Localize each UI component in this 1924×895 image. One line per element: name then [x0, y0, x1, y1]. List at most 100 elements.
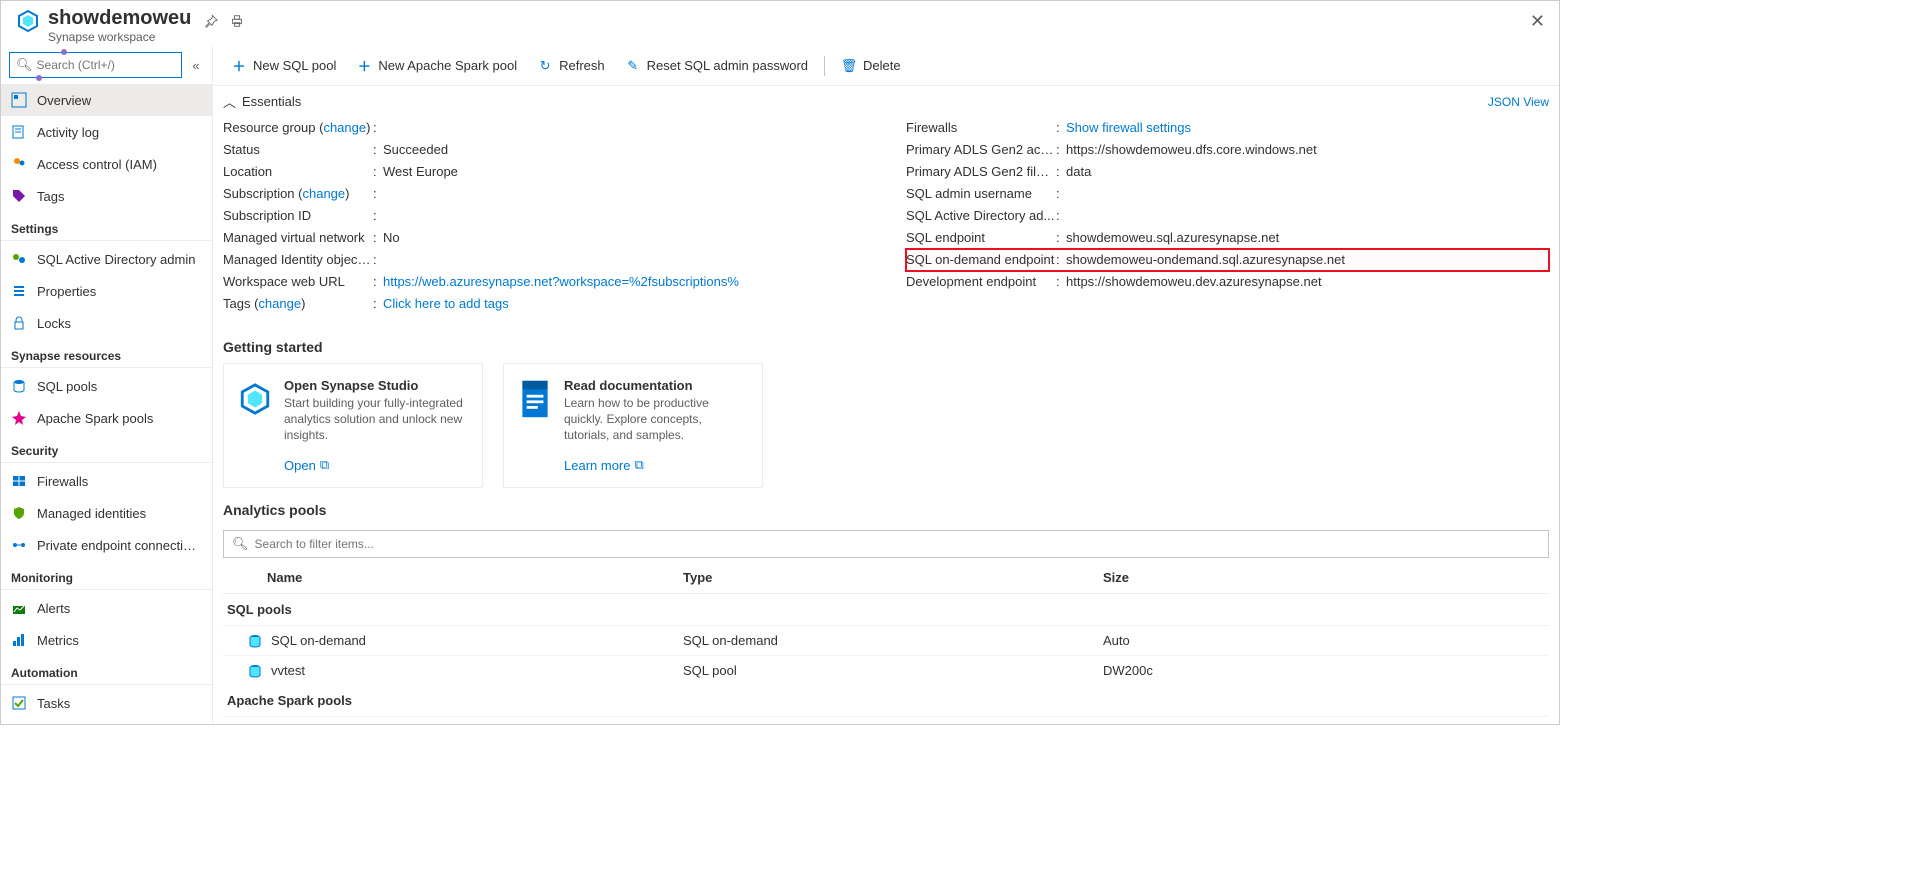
new-spark-pool-button[interactable]: ＋New Apache Spark pool — [348, 54, 525, 78]
pin-icon[interactable] — [203, 13, 219, 29]
essentials-row: Workspace web URL:https://web.azuresynap… — [223, 271, 866, 293]
sidebar-item[interactable]: Tasks — [1, 687, 212, 719]
sidebar-item-label: Activity log — [37, 125, 99, 140]
key: Managed virtual network — [223, 227, 373, 249]
essentials-row: Status:Succeeded — [223, 139, 866, 161]
value: showdemoweu.sql.azuresynapse.net — [1066, 227, 1549, 249]
sidebar-item[interactable]: Apache Spark pools — [1, 402, 212, 434]
sidebar-item[interactable]: Properties — [1, 275, 212, 307]
print-icon[interactable] — [229, 13, 245, 29]
essentials-row: Subscription ID: — [223, 205, 866, 227]
nav-icon — [11, 188, 27, 204]
close-icon[interactable]: ✕ — [1526, 7, 1549, 36]
col-type[interactable]: Type — [683, 570, 1103, 585]
value: data — [1066, 161, 1549, 183]
nav-icon — [11, 600, 27, 616]
sidebar-item[interactable]: Overview — [1, 84, 212, 116]
sidebar-item[interactable]: SQL Active Directory admin — [1, 243, 212, 275]
refresh-icon: ↻ — [537, 58, 553, 74]
change-link[interactable]: change — [258, 296, 301, 311]
card-title: Open Synapse Studio — [284, 378, 468, 393]
nav-icon — [11, 92, 27, 108]
pool-type: SQL on-demand — [683, 633, 1103, 648]
value: https://showdemoweu.dev.azuresynapse.net — [1066, 271, 1549, 293]
key: Status — [223, 139, 373, 161]
new-sql-pool-button[interactable]: ＋New SQL pool — [223, 54, 344, 78]
table-row[interactable]: vvtestSQL poolDW200c — [223, 655, 1549, 685]
sql-pools-group: SQL pools — [223, 594, 1549, 625]
highlight-dot — [61, 49, 67, 55]
nav-icon — [11, 632, 27, 648]
sidebar-item[interactable]: Tags — [1, 180, 212, 212]
collapse-sidebar-icon[interactable]: « — [188, 58, 204, 73]
reset-password-button[interactable]: ✎Reset SQL admin password — [617, 54, 816, 78]
sidebar-item-label: Firewalls — [37, 474, 88, 489]
json-view-link[interactable]: JSON View — [1488, 95, 1549, 109]
card-link[interactable]: Open ⧉ — [284, 457, 468, 473]
sidebar-item-label: Tasks — [37, 696, 70, 711]
external-link-icon: ⧉ — [634, 457, 643, 473]
value-link[interactable]: Click here to add tags — [383, 296, 509, 311]
sidebar-item[interactable]: Metrics — [1, 624, 212, 656]
sidebar-item[interactable]: Activity log — [1, 116, 212, 148]
sidebar-item-label: Tags — [37, 189, 64, 204]
sidebar-item[interactable]: Firewalls — [1, 465, 212, 497]
key: Workspace web URL — [223, 271, 373, 293]
synapse-icon — [16, 9, 40, 33]
nav-icon — [11, 378, 27, 394]
chevron-up-icon[interactable]: ︿ — [223, 92, 236, 111]
pool-size: DW200c — [1103, 663, 1549, 678]
nav-icon — [11, 537, 27, 553]
sidebar-group-title: Automation — [1, 656, 212, 685]
value: No — [383, 227, 866, 249]
key: Location — [223, 161, 373, 183]
sidebar-item[interactable]: Managed identities — [1, 497, 212, 529]
nav-icon — [11, 410, 27, 426]
sidebar-item-label: Apache Spark pools — [37, 411, 153, 426]
card-link[interactable]: Learn more ⧉ — [564, 457, 748, 473]
essentials-row: Firewalls:Show firewall settings — [906, 117, 1549, 139]
sidebar: 🔍︎ « Overview Activity log Access control … — [1, 46, 213, 724]
delete-button[interactable]: 🗑Delete — [833, 54, 909, 78]
search-icon: 🔍︎ — [16, 57, 33, 73]
change-link[interactable]: change — [323, 120, 366, 135]
pool-icon — [247, 633, 263, 649]
table-row[interactable]: SQL on-demandSQL on-demandAuto — [223, 625, 1549, 655]
sidebar-item[interactable]: Access control (IAM) — [1, 148, 212, 180]
card-desc: Start building your fully-integrated ana… — [284, 395, 468, 443]
value: Show firewall settings — [1066, 117, 1549, 139]
key-icon: ✎ — [625, 58, 641, 74]
value: showdemoweu-ondemand.sql.azuresynapse.ne… — [1066, 249, 1549, 271]
sidebar-item[interactable]: Locks — [1, 307, 212, 339]
col-size[interactable]: Size — [1103, 570, 1549, 585]
sidebar-item[interactable]: Private endpoint connections (pr... — [1, 529, 212, 561]
filter-input[interactable] — [255, 537, 1540, 551]
plus-icon: ＋ — [231, 58, 247, 74]
value-link[interactable]: Show firewall settings — [1066, 120, 1191, 135]
col-name[interactable]: Name — [223, 570, 683, 585]
refresh-button[interactable]: ↻Refresh — [529, 54, 613, 78]
nav-icon — [11, 505, 27, 521]
sidebar-item[interactable]: Alerts — [1, 592, 212, 624]
pool-name: vvtest — [271, 663, 305, 678]
value: https://web.azuresynapse.net?workspace=%… — [383, 271, 866, 293]
key: Tags (change) — [223, 293, 373, 315]
sidebar-search[interactable]: 🔍︎ — [9, 52, 182, 78]
value-link[interactable]: https://web.azuresynapse.net?workspace=%… — [383, 274, 739, 289]
plus-icon: ＋ — [356, 58, 372, 74]
essentials-title: Essentials — [242, 94, 301, 109]
essentials-row: Tags (change):Click here to add tags — [223, 293, 866, 315]
nav-icon — [11, 124, 27, 140]
sidebar-item[interactable]: SQL pools — [1, 370, 212, 402]
table-row[interactable]: SparkPool1Apache Spark poolMedium — [223, 716, 1549, 724]
getting-started-card: Open Synapse Studio Start building your f… — [223, 363, 483, 488]
change-link[interactable]: change — [302, 186, 345, 201]
essentials-row: SQL endpoint:showdemoweu.sql.azuresynaps… — [906, 227, 1549, 249]
spark-pools-group: Apache Spark pools — [223, 685, 1549, 716]
essentials-row: SQL admin username: — [906, 183, 1549, 205]
filter-box[interactable]: 🔍︎ — [223, 530, 1549, 558]
search-input[interactable] — [37, 58, 175, 72]
key: Primary ADLS Gen2 acco... — [906, 139, 1056, 161]
pool-name: SQL on-demand — [271, 633, 366, 648]
sidebar-item-label: Access control (IAM) — [37, 157, 157, 172]
